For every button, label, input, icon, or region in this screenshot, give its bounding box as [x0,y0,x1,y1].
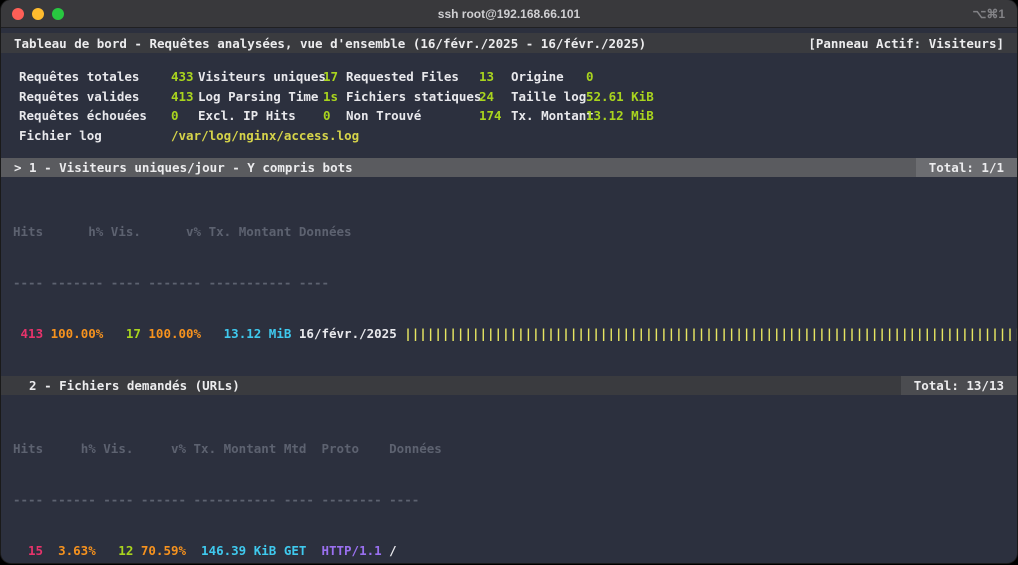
stat-value: 0 [586,67,1017,87]
traffic-lights [12,8,64,20]
col-hpct: h% [51,223,104,240]
panel1-header[interactable]: > 1 - Visiteurs uniques/jour - Y compris… [1,158,1017,177]
stat-value: 174 [479,106,511,126]
goaccess-terminal[interactable]: Tableau de bord - Requêtes analysées, vu… [1,29,1017,561]
col-mtd: Mtd [284,440,314,457]
rule: ---- [284,491,314,508]
cell-vpct: 100.00% [148,325,201,342]
rule: ---- [13,491,43,508]
zoom-button[interactable] [52,8,64,20]
rule: ----------- [209,274,292,291]
col-data: Données [299,223,352,240]
table-row[interactable]: 413 100.00% 17 100.00% 13.12 MiB 16/févr./202… [13,325,1017,342]
col-hits: Hits [13,440,43,457]
overview-panel: Requêtes totales433Visiteurs uniques17Re… [1,67,1017,145]
col-vpct: v% [148,223,201,240]
col-tx: Tx. Montant [194,440,277,457]
rule: ---- [111,274,141,291]
cell-hits: 413 [13,325,43,342]
minimize-button[interactable] [32,8,44,20]
rule: ----------- [194,491,277,508]
cell-vpct: 70.59% [141,542,186,559]
stat-value: 1s [323,87,346,107]
cell-vis: 12 [103,542,133,559]
histogram-bars: ||||||||||||||||||||||||||||||||||||||||… [404,325,1017,342]
rule: ------- [148,274,201,291]
stat-label: Tx. Montant [511,106,586,126]
stat-value: 13 [479,67,511,87]
col-vis: Vis. [103,440,133,457]
active-panel-indicator: [Panneau Actif: Visiteurs] [795,33,1017,53]
rule: ---- [13,274,43,291]
stat-label: Requêtes échouées [19,106,171,126]
col-data: Données [389,440,442,457]
dashboard-header: Tableau de bord - Requêtes analysées, vu… [1,33,1017,53]
cell-url: / [389,542,397,559]
panel2-header-rule: ----------------------------------------… [13,491,1017,508]
stat-value: 24 [479,87,511,107]
panel2-title: 2 - Fichiers demandés (URLs) [14,377,240,394]
panel1-total: Total: 1/1 [916,158,1017,177]
panel2-header[interactable]: 2 - Fichiers demandés (URLs) Total: 13/1… [1,376,1017,395]
col-proto: Proto [321,440,381,457]
col-vpct: v% [141,440,186,457]
rule: ------ [141,491,186,508]
panel1-column-headers: Hits h% Vis. v% Tx. Montant Données [13,223,1017,240]
stat-label: Visiteurs uniques [198,67,323,87]
close-button[interactable] [12,8,24,20]
cell-tx: 13.12 MiB [209,325,292,342]
panel2-column-headers: Hits h% Vis. v% Tx. Montant Mtd Proto Données [13,440,1017,457]
col-tx: Tx. Montant [209,223,292,240]
stat-value: 0 [171,106,198,126]
stat-value: 17 [323,67,346,87]
stat-label: Requested Files [346,67,479,87]
panel1-header-rule: ------------------------------------- [13,274,1017,291]
cell-hits: 15 [13,542,43,559]
panel2-table: Hits h% Vis. v% Tx. Montant Mtd Proto Données -… [1,406,1017,563]
stat-label: Origine [511,67,586,87]
stat-value: 13.12 MiB [586,106,1017,126]
terminal-window: ssh root@192.168.66.101 ⌥⌘1 Tableau de b… [1,0,1017,563]
cell-date: 16/févr./2025 [299,325,397,342]
stat-value: 0 [323,106,346,126]
rule: ------ [51,491,96,508]
cell-vis: 17 [111,325,141,342]
rule: ---- [389,491,419,508]
cell-tx: 146.39 KiB [194,542,277,559]
log-file-path: /var/log/nginx/access.log [171,126,1017,146]
stat-label: Taille log [511,87,586,107]
col-vis: Vis. [111,223,141,240]
panel1-table: Hitsh%Vis.v%Tx. MontantDonnées ---------… [1,189,1017,376]
rule: ---- [299,274,329,291]
cell-method: GET [284,542,314,559]
stat-label: Log Parsing Time [198,87,323,107]
stat-value: 413 [171,87,198,107]
stat-label: Fichiers statiques [346,87,479,107]
stat-label: Requêtes valides [19,87,171,107]
log-file-label: Fichier log [19,126,171,146]
col-hits: Hits [13,223,43,240]
panel1-title: > 1 - Visiteurs uniques/jour - Y compris… [14,159,353,176]
col-hpct: h% [51,440,96,457]
window-shortcut-badge: ⌥⌘1 [972,7,1005,21]
stat-label: Requêtes totales [19,67,171,87]
cell-protocol: HTTP/1.1 [321,542,381,559]
cell-hpct: 3.63% [51,542,96,559]
stat-value: 52.61 KiB [586,87,1017,107]
stat-label: Non Trouvé [346,106,479,126]
cell-hpct: 100.00% [51,325,104,342]
dashboard-title: Tableau de bord - Requêtes analysées, vu… [14,35,646,52]
rule: -------- [321,491,381,508]
stat-label: Excl. IP Hits [198,106,323,126]
rule: ---- [103,491,133,508]
window-title: ssh root@192.168.66.101 [1,7,1017,21]
titlebar: ssh root@192.168.66.101 ⌥⌘1 [1,0,1017,28]
table-row[interactable]: 15 3.63% 12 70.59% 146.39 KiB GET HTTP/1.1 / [13,542,1017,559]
panel2-total: Total: 13/13 [901,376,1017,395]
stat-value: 433 [171,67,198,87]
rule: ------- [51,274,104,291]
